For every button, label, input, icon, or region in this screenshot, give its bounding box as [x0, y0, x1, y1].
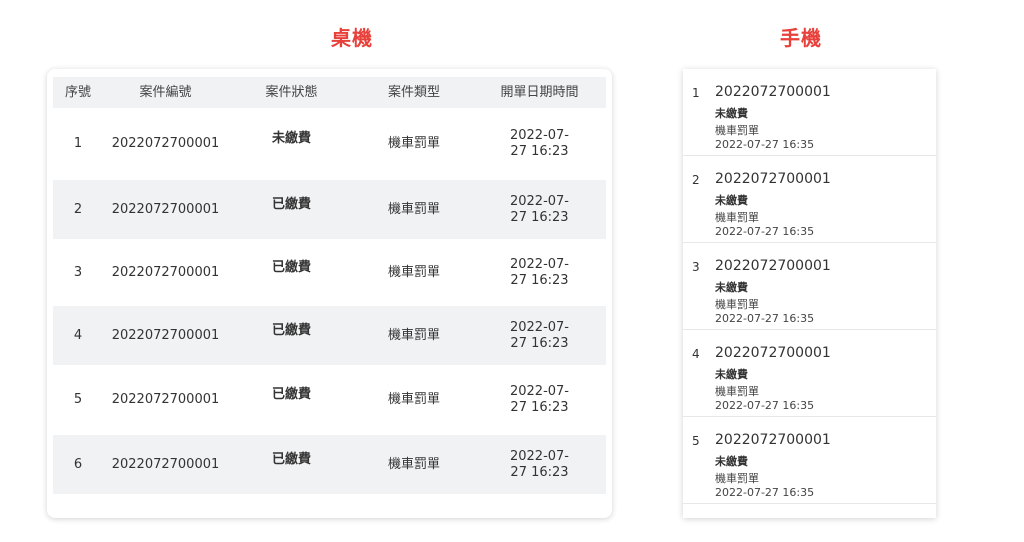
cell-date: 2022-07-27 16:23 — [473, 239, 606, 306]
table-row[interactable]: 2 2022072700001 已繳費 機車罰單 2022-07-27 16:23 — [53, 180, 606, 239]
cell-date-text: 2022-07-27 16:23 — [509, 319, 569, 351]
list-item-status: 未繳費 — [715, 194, 748, 207]
cell-date: 2022-07-27 16:23 — [473, 365, 606, 435]
cell-date-text: 2022-07-27 16:23 — [509, 256, 569, 288]
table-row[interactable]: 3 2022072700001 已繳費 機車罰單 2022-07-27 16:23 — [53, 239, 606, 306]
cell-date-text: 2022-07-27 16:23 — [509, 384, 569, 415]
list-item-seq: 4 — [692, 347, 700, 361]
mobile-list: 1 2022072700001 未繳費 機車罰單 2022-07-27 16:35 2 20… — [683, 69, 936, 504]
list-item-status: 未繳費 — [715, 107, 748, 120]
list-item-status: 未繳費 — [715, 455, 748, 468]
cell-type: 機車罰單 — [387, 327, 440, 343]
list-item-seq: 5 — [692, 434, 700, 448]
cell-seq: 3 — [73, 264, 83, 280]
cell-status: 未繳費 — [228, 108, 355, 180]
list-item-date: 2022-07-27 16:35 — [715, 312, 815, 325]
cell-type: 機車罰單 — [387, 201, 440, 217]
table-body: 1 2022072700001 未繳費 機車罰單 2022-07-27 16:23 2 20… — [53, 108, 606, 494]
list-item[interactable]: 1 2022072700001 未繳費機車罰單 2022-07-27 16:35 — [683, 69, 936, 156]
list-item[interactable]: 4 2022072700001 未繳費機車罰單 2022-07-27 16:35 — [683, 330, 936, 417]
cell-status-text: 未繳費 — [271, 131, 311, 146]
mobile-list-card: 1 2022072700001 未繳費 機車罰單 2022-07-27 16:35 2 20… — [683, 69, 936, 518]
cell-status-text: 已繳費 — [271, 196, 311, 212]
cell-case-id: 2022072700001 — [111, 456, 220, 472]
list-item-status: 未繳費 — [715, 368, 748, 381]
cell-seq: 4 — [73, 327, 83, 343]
cell-status: 已繳費 — [228, 306, 355, 365]
cell-type: 機車罰單 — [387, 456, 440, 472]
cell-date-text: 2022-07-27 16:23 — [509, 128, 569, 159]
list-item-type: 機車罰單 — [715, 472, 759, 485]
list-item-date: 2022-07-27 16:35 — [715, 486, 815, 499]
list-item-case-id: 2022072700001 — [715, 432, 831, 448]
list-item-seq: 1 — [692, 86, 700, 100]
cell-status: 已繳費 — [228, 239, 355, 306]
list-item-case-id: 2022072700001 — [715, 258, 831, 274]
list-item-status: 未繳費 — [715, 281, 748, 294]
header-case-id[interactable]: 案件編號 — [103, 77, 228, 108]
list-item[interactable]: 2 2022072700001 未繳費機車罰單 2022-07-27 16:35 — [683, 156, 936, 243]
list-item-type: 機車罰單 — [715, 385, 759, 398]
cell-case-id: 2022072700001 — [111, 136, 220, 151]
table-row[interactable]: 1 2022072700001 未繳費 機車罰單 2022-07-27 16:23 — [53, 108, 606, 180]
cell-date: 2022-07-27 16:23 — [473, 306, 606, 365]
list-item-type: 機車罰單 — [715, 211, 759, 224]
cell-seq: 2 — [73, 201, 83, 217]
list-item[interactable]: 3 2022072700001 未繳費機車罰單 2022-07-27 16:35 — [683, 243, 936, 330]
list-item-date: 2022-07-27 16:35 — [715, 138, 815, 151]
header-status[interactable]: 案件狀態 — [228, 77, 355, 108]
table-row[interactable]: 5 2022072700001 已繳費 機車罰單 2022-07-27 16:23 — [53, 365, 606, 435]
cell-type: 機車罰單 — [387, 136, 440, 151]
list-item-seq: 2 — [692, 173, 700, 187]
cell-date: 2022-07-27 16:23 — [473, 108, 606, 180]
cell-case-id: 2022072700001 — [111, 264, 220, 280]
cell-date-text: 2022-07-27 16:23 — [509, 193, 569, 225]
cell-seq: 1 — [73, 136, 83, 151]
cell-seq: 5 — [73, 392, 83, 407]
desktop-table-card: 序號 案件編號 案件狀態 案件類型 開單日期時間 1 2022072700001 未… — [47, 69, 612, 518]
cell-status-text: 已繳費 — [271, 322, 311, 338]
comparison-canvas: 桌機 手機 序號 案件編號 案件狀態 案件類型 開單日期時間 1 20220727… — [0, 0, 1024, 542]
cell-date-text: 2022-07-27 16:23 — [509, 448, 569, 480]
mobile-title: 手機 — [780, 26, 822, 50]
list-item-case-id: 2022072700001 — [715, 171, 831, 187]
cell-case-id: 2022072700001 — [111, 201, 220, 217]
cell-status-text: 已繳費 — [271, 259, 311, 275]
cell-case-id: 2022072700001 — [111, 392, 220, 407]
list-item-type: 機車罰單 — [715, 298, 759, 311]
cell-status: 已繳費 — [228, 180, 355, 239]
list-item-type: 機車罰單 — [715, 124, 759, 137]
cell-status-text: 已繳費 — [271, 451, 311, 467]
cell-status: 已繳費 — [228, 365, 355, 435]
list-item-date: 2022-07-27 16:35 — [715, 225, 815, 238]
list-item-seq: 3 — [692, 260, 700, 274]
list-item-case-id: 2022072700001 — [715, 84, 831, 100]
table-row[interactable]: 6 2022072700001 已繳費 機車罰單 2022-07-27 16:23 — [53, 435, 606, 494]
table-row[interactable]: 4 2022072700001 已繳費 機車罰單 2022-07-27 16:23 — [53, 306, 606, 365]
cell-status: 已繳費 — [228, 435, 355, 494]
cell-status-text: 已繳費 — [271, 387, 311, 402]
list-item-case-id: 2022072700001 — [715, 345, 831, 361]
header-seq[interactable]: 序號 — [53, 77, 103, 108]
cell-type: 機車罰單 — [387, 264, 440, 280]
list-item[interactable]: 5 2022072700001 未繳費機車罰單 2022-07-27 16:35 — [683, 417, 936, 504]
desktop-title: 桌機 — [331, 26, 373, 50]
desktop-table: 序號 案件編號 案件狀態 案件類型 開單日期時間 1 2022072700001 未… — [53, 77, 606, 494]
table-header: 序號 案件編號 案件狀態 案件類型 開單日期時間 — [53, 77, 606, 108]
cell-date: 2022-07-27 16:23 — [473, 180, 606, 239]
cell-type: 機車罰單 — [387, 392, 440, 407]
list-item-date: 2022-07-27 16:35 — [715, 399, 815, 412]
header-date[interactable]: 開單日期時間 — [473, 77, 606, 108]
cell-case-id: 2022072700001 — [111, 327, 220, 343]
cell-seq: 6 — [73, 456, 83, 472]
header-type[interactable]: 案件類型 — [355, 77, 473, 108]
cell-date: 2022-07-27 16:23 — [473, 435, 606, 494]
